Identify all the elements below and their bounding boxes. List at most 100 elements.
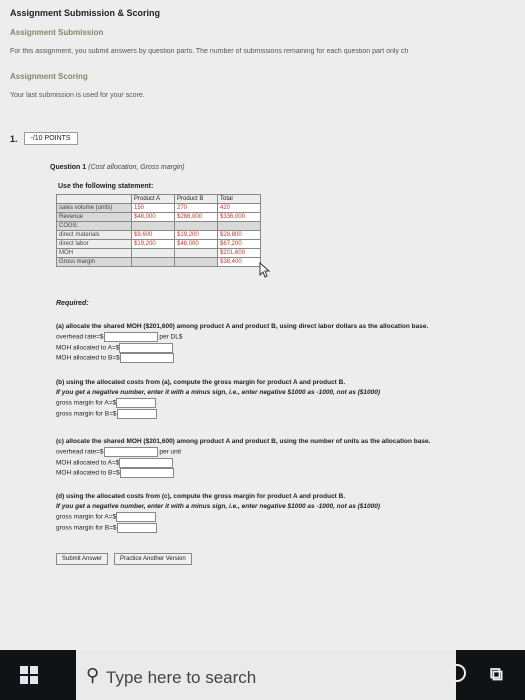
part-c-question: (c) allocate the shared MOH ($201,600) a…: [56, 438, 431, 445]
part-c-moh-a-row: MOH allocated to A=$: [56, 457, 430, 469]
moh-b-label: MOH allocated to B=$: [56, 355, 120, 363]
row-label: direct materials: [56, 230, 132, 240]
table-header-cell: Product A: [131, 194, 175, 204]
gross-margin-b-input-d[interactable]: [116, 522, 157, 533]
table-row: Gross margin $38,400: [56, 257, 261, 267]
cell-a: 150: [131, 203, 175, 213]
rate-label: overhead rate=$: [56, 333, 104, 341]
question-header: 1. -/10 POINTS: [10, 132, 78, 145]
cell-b: [174, 248, 218, 258]
cell-total: $336,000: [217, 212, 261, 222]
action-buttons: Submit Answer Practice Another Version: [56, 553, 192, 565]
part-a-question: (a) allocate the shared MOH ($201,600) a…: [56, 323, 429, 330]
taskbar: ⚲ Type here to search ⧉: [0, 650, 525, 700]
statement-table: Product A Product B Total sales volume (…: [56, 194, 261, 267]
cell-b: $48,000: [174, 239, 218, 249]
moh-allocated-b-input-c[interactable]: [119, 468, 174, 479]
points-badge: -/10 POINTS: [23, 132, 78, 145]
overhead-rate-input-a[interactable]: [103, 332, 158, 342]
cell-a: [131, 248, 175, 258]
part-a-moh-b-row: MOH allocated to B=$: [56, 353, 428, 364]
cell-a: [131, 221, 175, 231]
part-d-gm-b-row: gross margin for B=$: [56, 522, 380, 534]
cell-total: $38,400: [217, 257, 261, 267]
cell-a: $19,200: [131, 239, 175, 249]
table-header-row: Product A Product B Total: [56, 194, 261, 204]
cell-total: [217, 221, 261, 231]
part-b: (b) using the allocated costs from (a), …: [56, 378, 380, 419]
cell-b: [174, 257, 218, 267]
cell-total: $201,600: [217, 248, 261, 258]
part-a: (a) allocate the shared MOH ($201,600) a…: [56, 322, 428, 364]
question-instruction: Use the following statement:: [58, 183, 154, 190]
windows-start-icon[interactable]: [20, 666, 38, 684]
part-d-gm-a-row: gross margin for A=$: [56, 512, 380, 523]
task-view-icon[interactable]: ⧉: [490, 664, 503, 685]
table-row: Revenue $48,000 $288,000 $336,000: [56, 212, 261, 222]
cell-b: $288,000: [174, 212, 218, 222]
part-a-rate-row: overhead rate=$ per DL$: [56, 332, 428, 343]
moh-allocated-a-input-c[interactable]: [119, 457, 174, 468]
row-label: direct labor: [56, 239, 132, 249]
table-header-cell: Product B: [174, 194, 218, 204]
practice-another-version-button[interactable]: Practice Another Version: [114, 553, 192, 565]
question-title-detail: (Cost allocation, Gross margin): [88, 164, 185, 171]
taskbar-search-box[interactable]: ⚲ Type here to search: [76, 650, 456, 700]
part-c-rate-row: overhead rate=$ per unit: [56, 447, 430, 458]
gross-margin-a-input-d[interactable]: [116, 512, 157, 522]
row-label: sales volume (units): [56, 203, 132, 213]
required-label: Required:: [56, 300, 89, 307]
page-title: Assignment Submission & Scoring: [10, 8, 161, 18]
cortana-icon[interactable]: [448, 664, 466, 682]
gm-b-label: gross margin for B=$: [56, 524, 117, 532]
gross-margin-a-input-b[interactable]: [116, 398, 157, 408]
cell-b: $19,200: [174, 230, 218, 240]
moh-a-label: MOH allocated to A=$: [56, 459, 120, 467]
part-d-note: If you get a negative number, enter it w…: [56, 503, 381, 510]
rate-label: overhead rate=$: [56, 448, 104, 456]
cell-a: [131, 257, 175, 267]
rate-unit: per unit: [159, 448, 182, 456]
cell-b: 270: [174, 203, 218, 213]
rate-unit: per DL$: [159, 333, 183, 341]
cell-total: $67,200: [217, 239, 261, 249]
table-row: COGS:: [56, 221, 261, 231]
overhead-rate-input-c[interactable]: [103, 447, 158, 457]
row-label: COGS:: [56, 221, 132, 231]
part-d-question: (d) using the allocated costs from (c), …: [56, 493, 346, 500]
part-b-gm-b-row: gross margin for B=$: [56, 408, 380, 420]
row-label: Revenue: [56, 212, 132, 222]
cell-a: $48,000: [131, 212, 175, 222]
part-d: (d) using the allocated costs from (c), …: [56, 492, 380, 533]
part-c-moh-b-row: MOH allocated to B=$: [56, 468, 430, 479]
moh-a-label: MOH allocated to A=$: [56, 344, 120, 352]
table-row: direct labor $19,200 $48,000 $67,200: [56, 239, 261, 249]
moh-allocated-a-input[interactable]: [119, 342, 174, 353]
moh-b-label: MOH allocated to B=$: [56, 470, 120, 478]
gm-a-label: gross margin for A=$: [56, 513, 117, 521]
cell-b: [174, 221, 218, 231]
part-b-gm-a-row: gross margin for A=$: [56, 398, 380, 409]
cell-total: $28,800: [217, 230, 261, 240]
part-b-note: If you get a negative number, enter it w…: [56, 389, 381, 396]
gm-b-label: gross margin for B=$: [56, 410, 117, 418]
table-row: sales volume (units) 150 270 420: [56, 203, 261, 213]
table-header-cell: Total: [217, 194, 261, 204]
gm-a-label: gross margin for A=$: [56, 399, 117, 407]
submit-answer-button[interactable]: Submit Answer: [56, 553, 109, 565]
row-label: Gross margin: [56, 257, 132, 267]
scoring-text: Your last submission is used for your sc…: [10, 92, 145, 99]
question-title-text: Question 1: [50, 164, 87, 171]
scoring-heading: Assignment Scoring: [10, 72, 88, 81]
table-row: direct materials $9,600 $19,200 $28,800: [56, 230, 261, 240]
part-a-moh-a-row: MOH allocated to A=$: [56, 342, 428, 354]
table-row: MOH $201,600: [56, 248, 261, 258]
cell-total: 420: [217, 203, 261, 213]
submission-heading: Assignment Submission: [10, 28, 104, 37]
cell-a: $9,600: [131, 230, 175, 240]
gross-margin-b-input-b[interactable]: [116, 408, 157, 419]
part-c: (c) allocate the shared MOH ($201,600) a…: [56, 437, 430, 479]
table-header-cell: [56, 194, 132, 204]
moh-allocated-b-input[interactable]: [119, 353, 174, 364]
assignment-page: Assignment Submission & Scoring Assignme…: [0, 0, 525, 650]
